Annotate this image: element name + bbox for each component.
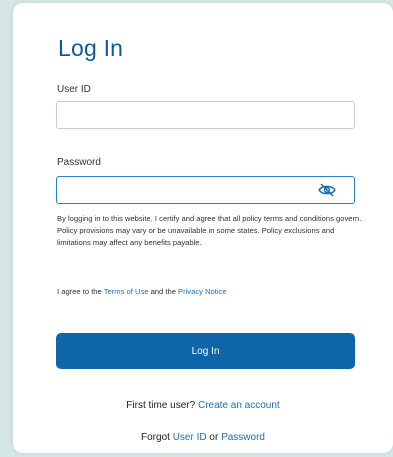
terms-agreement: I agree to the Terms of Use and the Priv… (57, 287, 227, 296)
agree-middle: and the (148, 287, 179, 296)
forgot-or: or (206, 432, 222, 443)
page-title: Log In (58, 35, 124, 61)
forgot-password-link[interactable]: Password (221, 432, 265, 443)
privacy-notice-link[interactable]: Privacy Notice (178, 287, 227, 296)
password-label: Password (57, 157, 101, 168)
terms-of-use-link[interactable]: Terms of Use (104, 287, 149, 296)
disclaimer-text: By logging in to this website, I certify… (57, 214, 362, 247)
login-button[interactable]: Log In (56, 333, 355, 369)
user-id-input[interactable] (56, 101, 355, 129)
first-time-prefix: First time user? (126, 400, 198, 411)
eye-slash-icon[interactable] (318, 183, 336, 197)
agree-prefix: I agree to the (57, 287, 104, 296)
forgot-user-id-link[interactable]: User ID (173, 432, 207, 443)
user-id-label: User ID (57, 84, 91, 95)
forgot-prefix: Forgot (141, 432, 173, 443)
forgot-credentials: Forgot User ID or Password (13, 432, 393, 443)
login-card: Log In User ID Password By logging in to… (13, 3, 393, 453)
create-account-link[interactable]: Create an account (198, 400, 280, 411)
first-time-user: First time user? Create an account (13, 400, 393, 411)
password-input[interactable] (56, 176, 355, 204)
